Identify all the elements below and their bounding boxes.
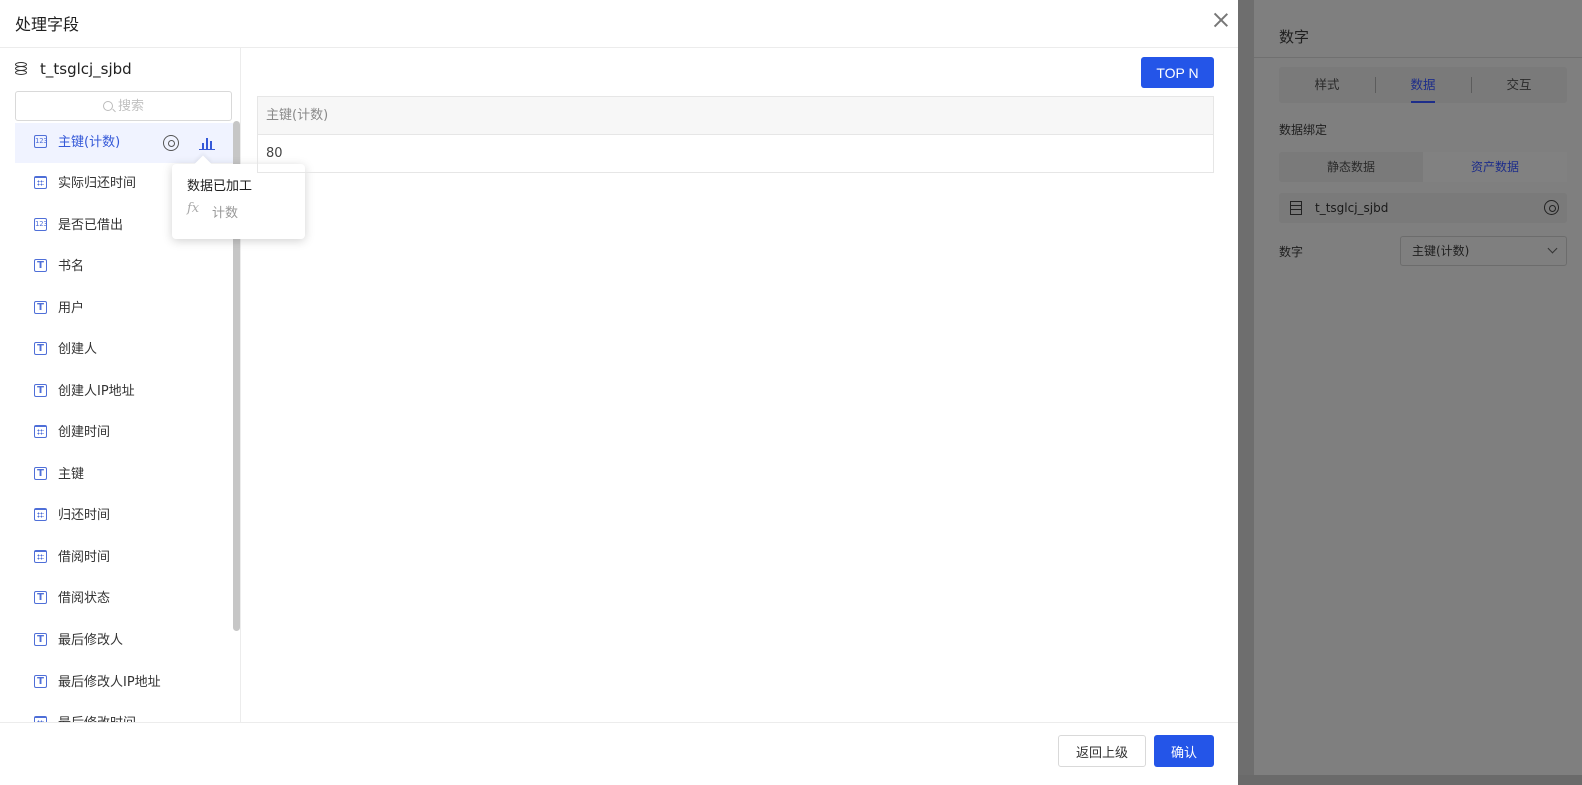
bar-chart-icon[interactable]: [199, 136, 215, 150]
date-type-icon: [34, 176, 47, 189]
field-item[interactable]: T 创建人IP地址: [15, 372, 233, 412]
number-type-icon: 123: [34, 218, 48, 231]
field-item[interactable]: T 主键: [15, 455, 233, 495]
field-label: 是否已借出: [58, 218, 124, 233]
dialog-footer: 返回上级 确认: [0, 722, 1238, 785]
process-icon[interactable]: [163, 135, 179, 151]
side-datasource-name: t_tsglcj_sjbd: [1315, 201, 1389, 215]
field-label: 用户: [58, 301, 85, 316]
field-item[interactable]: 创建时间: [15, 413, 233, 453]
field-label: 实际归还时间: [58, 176, 137, 191]
field-panel: t_tsglcj_sjbd 123 主键(计数) 实际归还时间 123 是否已借…: [0, 48, 241, 729]
number-field-label: 数字: [1279, 245, 1304, 259]
process-field-dialog: 处理字段 t_tsglcj_sjbd 123 主键(计数): [0, 0, 1238, 785]
field-label: 创建时间: [58, 425, 111, 440]
number-field-value: 主键(计数): [1412, 244, 1470, 258]
text-type-icon: T: [34, 301, 47, 314]
field-item[interactable]: T 最后修改人: [15, 621, 233, 661]
search-input[interactable]: [118, 96, 218, 116]
field-item[interactable]: 借阅时间: [15, 538, 233, 578]
field-label: 主键(计数): [58, 135, 121, 150]
dialog-header: 处理字段: [0, 0, 1238, 48]
database-icon: [15, 62, 28, 76]
side-datasource-row[interactable]: t_tsglcj_sjbd: [1279, 193, 1567, 223]
text-type-icon: T: [34, 633, 47, 646]
field-search[interactable]: [15, 91, 232, 121]
search-icon: [103, 101, 113, 111]
processed-tooltip: 数据已加工 fx 计数: [172, 164, 305, 239]
text-type-icon: T: [34, 467, 47, 480]
text-type-icon: T: [34, 259, 47, 272]
tab-interaction[interactable]: 交互: [1471, 67, 1567, 103]
settings-icon[interactable]: [1544, 200, 1559, 215]
tooltip-text: 计数: [212, 206, 239, 221]
field-item[interactable]: 归还时间: [15, 496, 233, 536]
field-label: 最后修改人IP地址: [58, 675, 161, 690]
segment-asset-data[interactable]: 资产数据: [1423, 152, 1567, 182]
function-icon: fx: [187, 201, 200, 216]
tab-data[interactable]: 数据: [1375, 67, 1471, 103]
number-type-icon: 123: [34, 135, 48, 148]
text-type-icon: T: [34, 675, 47, 688]
date-type-icon: [34, 425, 47, 438]
table-header: 主键(计数): [258, 97, 1213, 135]
side-panel-title: 数字: [1279, 28, 1310, 46]
chevron-down-icon: [1547, 243, 1558, 254]
back-button[interactable]: 返回上级: [1058, 735, 1146, 767]
segment-static-data[interactable]: 静态数据: [1279, 152, 1423, 182]
data-binding-label: 数据绑定: [1279, 123, 1328, 137]
datasource-icon: [1290, 201, 1302, 215]
field-label: 借阅状态: [58, 591, 111, 606]
field-label: 借阅时间: [58, 550, 111, 565]
datasource-row: t_tsglcj_sjbd: [15, 58, 132, 80]
table-cell: 80: [266, 146, 283, 161]
date-type-icon: [34, 550, 47, 563]
side-panel-bottom: [1238, 775, 1582, 785]
field-item[interactable]: T 借阅状态: [15, 579, 233, 619]
field-label: 归还时间: [58, 508, 111, 523]
field-item[interactable]: T 最后修改人IP地址: [15, 663, 233, 703]
confirm-button[interactable]: 确认: [1154, 735, 1214, 767]
side-panel: [1254, 0, 1582, 785]
data-source-segmented: 静态数据 资产数据: [1279, 152, 1567, 182]
field-item[interactable]: T 用户: [15, 289, 233, 329]
tooltip-title: 数据已加工: [187, 179, 253, 194]
date-type-icon: [34, 508, 47, 521]
field-item[interactable]: T 书名: [15, 247, 233, 287]
side-panel-tabs: 样式 数据 交互: [1279, 67, 1567, 103]
preview-table: 主键(计数) 80: [257, 96, 1214, 173]
field-item[interactable]: T 创建人: [15, 330, 233, 370]
field-label: 创建人: [58, 342, 98, 357]
side-panel-gutter: [1238, 0, 1254, 785]
field-label: 主键: [58, 467, 85, 482]
field-label: 创建人IP地址: [58, 384, 135, 399]
text-type-icon: T: [34, 342, 47, 355]
dialog-title: 处理字段: [15, 15, 80, 34]
close-icon[interactable]: [1210, 10, 1232, 32]
datasource-name: t_tsglcj_sjbd: [40, 60, 132, 78]
number-field-select[interactable]: 主键(计数): [1400, 236, 1567, 266]
field-label: 最后修改人: [58, 633, 124, 648]
text-type-icon: T: [34, 384, 47, 397]
text-type-icon: T: [34, 591, 47, 604]
field-label: 书名: [58, 259, 85, 274]
top-n-button[interactable]: TOP N: [1141, 57, 1214, 88]
tab-style[interactable]: 样式: [1279, 67, 1375, 103]
